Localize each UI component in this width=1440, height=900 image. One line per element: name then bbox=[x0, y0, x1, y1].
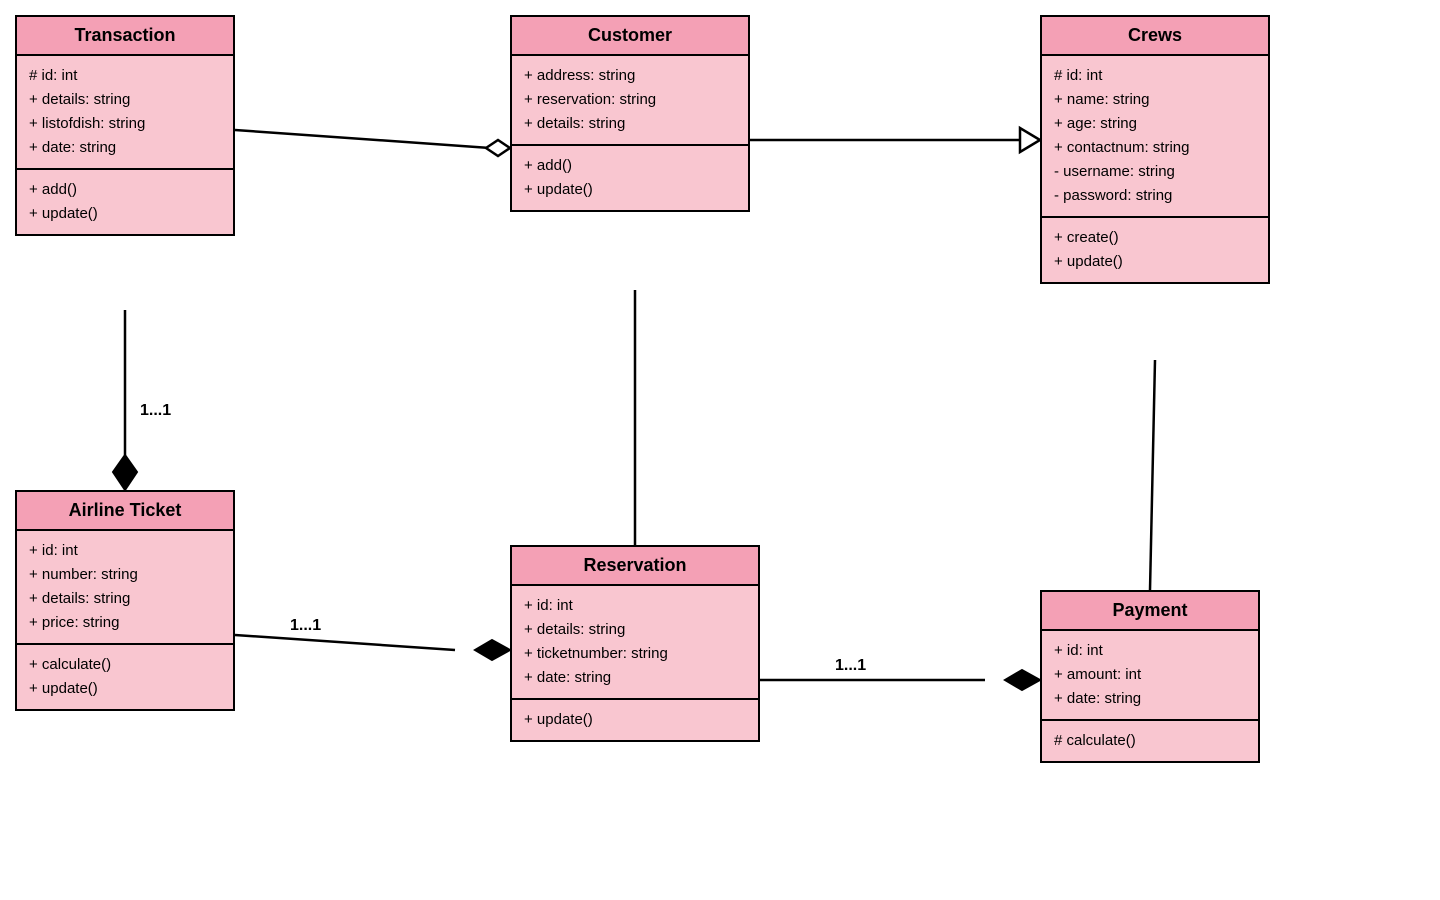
class-airline-ticket-attributes: + id: int + number: string + details: st… bbox=[17, 531, 233, 645]
class-transaction-header: Transaction bbox=[17, 17, 233, 56]
attr: - password: string bbox=[1054, 184, 1256, 208]
class-customer-header: Customer bbox=[512, 17, 748, 56]
attr: + number: string bbox=[29, 563, 221, 587]
attr: + contactnum: string bbox=[1054, 136, 1256, 160]
class-payment-header: Payment bbox=[1042, 592, 1258, 631]
attr: + date: string bbox=[29, 136, 221, 160]
svg-text:1...1: 1...1 bbox=[835, 657, 866, 674]
attr: + listofdish: string bbox=[29, 112, 221, 136]
class-reservation-title: Reservation bbox=[583, 555, 686, 575]
class-reservation: Reservation + id: int + details: string … bbox=[510, 545, 760, 742]
method: + update() bbox=[1054, 250, 1256, 274]
class-airline-ticket: Airline Ticket + id: int + number: strin… bbox=[15, 490, 235, 711]
class-customer: Customer + address: string + reservation… bbox=[510, 15, 750, 212]
attr: + reservation: string bbox=[524, 88, 736, 112]
class-reservation-attributes: + id: int + details: string + ticketnumb… bbox=[512, 586, 758, 700]
attr: + age: string bbox=[1054, 112, 1256, 136]
attr: # id: int bbox=[1054, 64, 1256, 88]
attr: + id: int bbox=[29, 539, 221, 563]
class-crews-methods: + create() + update() bbox=[1042, 218, 1268, 282]
method: + update() bbox=[524, 708, 746, 732]
class-airline-ticket-methods: + calculate() + update() bbox=[17, 645, 233, 709]
class-crews-title: Crews bbox=[1128, 25, 1182, 45]
attr: + price: string bbox=[29, 611, 221, 635]
class-payment: Payment + id: int + amount: int + date: … bbox=[1040, 590, 1260, 763]
class-transaction: Transaction # id: int + details: string … bbox=[15, 15, 235, 236]
method: + add() bbox=[29, 178, 221, 202]
method: + update() bbox=[524, 178, 736, 202]
class-airline-ticket-title: Airline Ticket bbox=[69, 500, 182, 520]
attr: + id: int bbox=[1054, 639, 1246, 663]
method: # calculate() bbox=[1054, 729, 1246, 753]
attr: - username: string bbox=[1054, 160, 1256, 184]
class-customer-attributes: + address: string + reservation: string … bbox=[512, 56, 748, 146]
attr: + details: string bbox=[524, 618, 746, 642]
attr: + address: string bbox=[524, 64, 736, 88]
uml-diagram: 1...1 1...1 1...1 Transaction # id: int … bbox=[0, 0, 1440, 900]
attr: + details: string bbox=[524, 112, 736, 136]
method: + calculate() bbox=[29, 653, 221, 677]
class-payment-attributes: + id: int + amount: int + date: string bbox=[1042, 631, 1258, 721]
class-crews-header: Crews bbox=[1042, 17, 1268, 56]
method: + update() bbox=[29, 202, 221, 226]
attr: + ticketnumber: string bbox=[524, 642, 746, 666]
method: + update() bbox=[29, 677, 221, 701]
class-payment-methods: # calculate() bbox=[1042, 721, 1258, 761]
class-airline-ticket-header: Airline Ticket bbox=[17, 492, 233, 531]
attr: + date: string bbox=[524, 666, 746, 690]
svg-text:1...1: 1...1 bbox=[140, 402, 171, 419]
class-payment-title: Payment bbox=[1112, 600, 1187, 620]
class-reservation-header: Reservation bbox=[512, 547, 758, 586]
attr: + amount: int bbox=[1054, 663, 1246, 687]
attr: # id: int bbox=[29, 64, 221, 88]
attr: + id: int bbox=[524, 594, 746, 618]
method: + add() bbox=[524, 154, 736, 178]
class-crews-attributes: # id: int + name: string + age: string +… bbox=[1042, 56, 1268, 218]
attr: + date: string bbox=[1054, 687, 1246, 711]
svg-text:1...1: 1...1 bbox=[290, 617, 321, 634]
class-crews: Crews # id: int + name: string + age: st… bbox=[1040, 15, 1270, 284]
attr: + name: string bbox=[1054, 88, 1256, 112]
class-transaction-attributes: # id: int + details: string + listofdish… bbox=[17, 56, 233, 170]
class-customer-title: Customer bbox=[588, 25, 672, 45]
class-transaction-methods: + add() + update() bbox=[17, 170, 233, 234]
method: + create() bbox=[1054, 226, 1256, 250]
class-customer-methods: + add() + update() bbox=[512, 146, 748, 210]
attr: + details: string bbox=[29, 88, 221, 112]
class-transaction-title: Transaction bbox=[74, 25, 175, 45]
attr: + details: string bbox=[29, 587, 221, 611]
class-reservation-methods: + update() bbox=[512, 700, 758, 740]
